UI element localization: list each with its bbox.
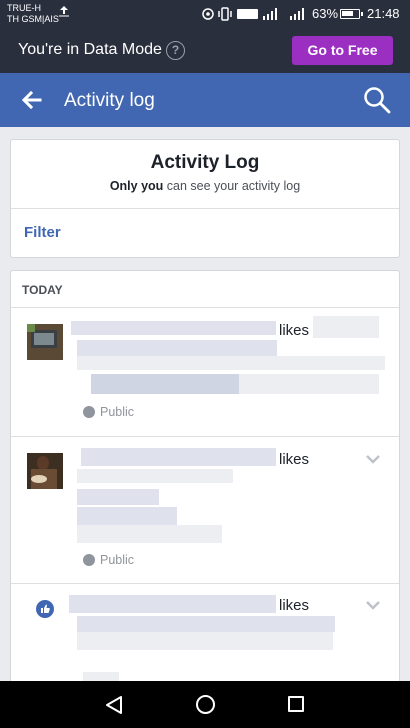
redacted-text [77,340,277,356]
chevron-down-icon[interactable] [366,455,380,464]
redacted-text [239,374,379,394]
section-label-today: TODAY [22,283,63,297]
go-to-free-button[interactable]: Go to Free [292,36,393,65]
system-back-icon[interactable] [104,695,124,715]
redacted-text [91,374,241,394]
filter-link[interactable]: Filter [24,224,61,241]
redacted-text [77,469,233,483]
subtitle-rest: can see your activity log [163,179,301,193]
thumbs-up-icon [41,604,50,613]
battery-icon [340,9,363,19]
system-nav-bar [0,681,410,728]
globe-icon [83,406,95,418]
help-icon[interactable]: ? [166,41,185,60]
activity-log-header-card: Activity Log Only you can see your activ… [10,139,400,258]
upload-icon [59,6,69,17]
signal-bars-icon [263,8,277,20]
privacy-label: Public [100,405,135,419]
carrier-line-2: TH GSM|AIS [7,14,59,24]
activity-entry[interactable]: likes [11,584,399,689]
redacted-text [77,356,385,370]
redacted-text [77,489,159,505]
card-title: Activity Log [150,152,260,173]
back-arrow-icon[interactable] [20,88,44,112]
activity-entry[interactable]: likes Public [11,308,399,436]
privacy-label: Public [100,553,135,567]
redacted-target [313,316,379,338]
clock: 21:48 [367,6,400,21]
like-badge [36,600,54,618]
activity-verb: likes [279,597,310,614]
divider [11,208,399,209]
status-bar: TRUE-H TH GSM|AIS 63% 21:48 [0,0,410,28]
system-home-icon[interactable] [196,695,215,714]
page-title: Activity log [64,90,155,111]
activity-thumbnail [27,453,63,489]
battery-percent: 63% [312,6,339,21]
redacted-text [77,616,335,632]
data-mode-banner: You're in Data Mode ? Go to Free [0,28,410,73]
card-subtitle: Only you can see your activity log [11,179,399,193]
carrier-info: TRUE-H TH GSM|AIS [7,3,59,25]
search-icon[interactable] [363,86,391,114]
activity-entry[interactable]: likes Public [11,437,399,583]
carrier-line-1: TRUE-H [7,3,41,13]
activity-verb: likes [279,451,310,468]
vibrate-icon [218,7,232,21]
activity-feed-card: TODAY likes Public likes Public likes [10,270,400,690]
redacted-text [77,525,222,543]
system-recents-icon[interactable] [288,696,304,712]
redacted-text [77,632,333,650]
status-icons [202,7,304,21]
volte-badge [237,9,258,19]
redacted-text [77,507,177,525]
redacted-name [69,595,276,613]
redacted-name [81,448,276,466]
hotspot-icon [202,8,214,20]
subtitle-bold: Only you [109,179,164,193]
top-nav-bar: Activity log [0,73,410,127]
chevron-down-icon[interactable] [366,601,380,610]
activity-thumbnail [27,324,63,360]
globe-icon [83,554,95,566]
signal-bars-icon-2 [290,8,304,20]
activity-verb: likes [279,322,310,339]
data-mode-text: You're in Data Mode [18,41,162,58]
redacted-name [71,321,276,335]
